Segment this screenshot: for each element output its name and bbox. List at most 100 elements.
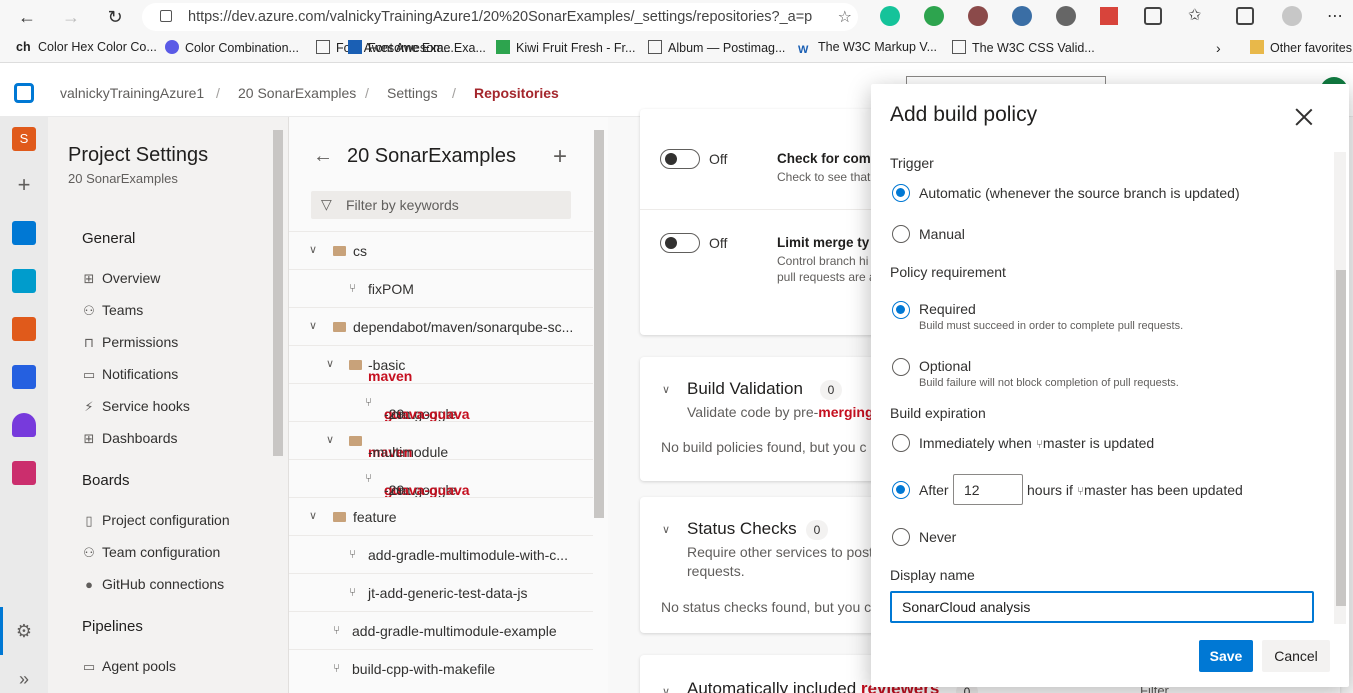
branch-icon: ⑂ xyxy=(365,395,373,409)
required-label[interactable]: Required xyxy=(919,301,976,317)
extensions-puzzle-icon[interactable] xyxy=(1144,7,1162,25)
add-icon[interactable]: + xyxy=(553,143,567,171)
bookmark-item[interactable]: Kiwi Fruit Fresh - Fr... xyxy=(496,40,635,55)
address-bar[interactable]: https://dev.azure.com/valnickyTrainingAz… xyxy=(142,3,858,31)
repos-icon[interactable] xyxy=(12,317,36,341)
nav-item-permissions[interactable]: ⊓ Permissions xyxy=(82,334,178,351)
expand-icon[interactable]: » xyxy=(12,667,36,691)
trigger-manual-label[interactable]: Manual xyxy=(919,226,965,242)
limit-merge-toggle[interactable] xyxy=(660,233,700,253)
tree-row-cs[interactable]: ∨ cs xyxy=(289,231,593,269)
cancel-button[interactable]: Cancel xyxy=(1262,640,1330,672)
nav-item-teams[interactable]: ⚇ Teams xyxy=(82,302,143,319)
tree-scrollbar[interactable] xyxy=(594,130,604,518)
bookmark-item[interactable]: The W3C CSS Valid... xyxy=(952,40,1095,55)
back-arrow-icon[interactable]: ← xyxy=(313,145,333,168)
bookmark-item[interactable]: Font Awesome Exa... xyxy=(348,40,486,55)
chevron-down-icon[interactable]: ∨ xyxy=(309,243,317,256)
gear-icon[interactable]: ⚙ xyxy=(12,619,36,643)
breadcrumb-settings[interactable]: Settings xyxy=(387,85,438,101)
after-label[interactable]: After xyxy=(919,482,949,498)
collections-icon[interactable] xyxy=(1236,7,1254,25)
breadcrumb-repositories[interactable]: Repositories xyxy=(474,85,559,101)
favorites-icon[interactable]: ✩ xyxy=(1188,7,1206,25)
breadcrumb-org[interactable]: valnickyTrainingAzure1 xyxy=(60,85,204,101)
trigger-automatic-label[interactable]: Automatic (whenever the source branch is… xyxy=(919,185,1240,201)
bookmark-item[interactable]: Color Combination... xyxy=(165,40,299,55)
nav-item-dashboards[interactable]: ⊞ Dashboards xyxy=(82,430,178,447)
chevron-down-icon[interactable]: ∨ xyxy=(326,433,334,446)
never-label[interactable]: Never xyxy=(919,529,956,545)
tree-row-maven-multimodule[interactable]: ∨ maven -multimodule xyxy=(289,421,593,460)
bookmark-icon xyxy=(496,40,510,54)
refresh-icon[interactable]: ↻ xyxy=(102,4,128,30)
tree-row-add-gradle-example[interactable]: ⑂ add-gradle-multimodule-example xyxy=(289,611,593,649)
chevron-right-icon[interactable]: › xyxy=(1216,40,1221,56)
close-icon[interactable] xyxy=(1293,106,1315,128)
extension-icon[interactable] xyxy=(968,6,988,26)
settings-nav-scrollbar[interactable] xyxy=(273,130,283,456)
test-plans-icon[interactable] xyxy=(12,413,36,437)
bookmark-item[interactable]: W The W3C Markup V... xyxy=(798,40,937,58)
chevron-down-icon[interactable]: ∨ xyxy=(309,509,317,522)
save-button[interactable]: Save xyxy=(1199,640,1253,672)
breadcrumb-project[interactable]: 20 SonarExamples xyxy=(238,85,356,101)
azure-devops-logo-icon[interactable] xyxy=(14,83,34,103)
artifacts-icon[interactable] xyxy=(12,461,36,485)
check-extension-icon[interactable] xyxy=(924,6,944,26)
tree-row-build-cpp[interactable]: ⑂ build-cpp-with-makefile xyxy=(289,649,593,687)
nav-item-overview[interactable]: ⊞ Overview xyxy=(82,270,161,287)
immediately-label[interactable]: Immediately when ⑂master is updated xyxy=(919,435,1154,451)
github-icon: ● xyxy=(85,577,93,592)
nav-item-service-hooks[interactable]: ⚡ Service hooks xyxy=(82,398,190,415)
filter-input[interactable]: ▽ Filter by keywords xyxy=(311,191,571,219)
add-icon[interactable]: + xyxy=(12,173,36,197)
nav-item-project-configuration[interactable]: ▯ Project configuration xyxy=(82,512,229,529)
never-radio[interactable] xyxy=(892,528,910,546)
chevron-down-icon[interactable]: ∨ xyxy=(309,319,317,332)
chevron-down-icon[interactable]: ∨ xyxy=(326,357,334,370)
pipelines-icon[interactable] xyxy=(12,365,36,389)
nav-item-github-connections[interactable]: ● GitHub connections xyxy=(82,576,224,592)
chevron-down-icon[interactable]: ∨ xyxy=(662,685,670,693)
required-radio[interactable] xyxy=(892,301,910,319)
immediately-radio[interactable] xyxy=(892,434,910,452)
optional-radio[interactable] xyxy=(892,358,910,376)
forward-icon[interactable]: → xyxy=(58,4,84,30)
check-comments-toggle[interactable] xyxy=(660,149,700,169)
more-icon[interactable]: ⋯ xyxy=(1322,4,1348,30)
back-icon[interactable]: ← xyxy=(14,4,40,30)
dialog-scrollbar[interactable] xyxy=(1336,270,1346,606)
display-name-input[interactable]: SonarCloud analysis xyxy=(890,591,1314,623)
tree-row-jt-add[interactable]: ⑂ jt-add-generic-test-data-js xyxy=(289,573,593,611)
react-extension-icon[interactable] xyxy=(1012,6,1032,26)
overview-icon[interactable] xyxy=(12,221,36,245)
nav-item-notifications[interactable]: ▭ Notifications xyxy=(82,366,178,383)
optional-label[interactable]: Optional xyxy=(919,358,971,374)
add-favorite-icon[interactable]: ☆ xyxy=(838,7,852,27)
hours-input[interactable]: 12 xyxy=(953,474,1023,505)
tree-row-add-gradle-c[interactable]: ⑂ add-gradle-multimodule-with-c... xyxy=(289,535,593,573)
tree-row-feature[interactable]: ∨ feature xyxy=(289,497,593,535)
nav-item-agent-pools[interactable]: ▭ Agent pools xyxy=(82,658,176,675)
after-radio[interactable] xyxy=(892,481,910,499)
other-favorites[interactable]: Other favorites xyxy=(1250,40,1352,55)
extension-icon[interactable] xyxy=(1100,7,1118,25)
trigger-manual-radio[interactable] xyxy=(892,225,910,243)
bookmark-item[interactable]: Album — Postimag... xyxy=(648,40,785,55)
nav-item-team-configuration[interactable]: ⚇ Team configuration xyxy=(82,544,220,561)
trigger-automatic-radio[interactable] xyxy=(892,184,910,202)
bookmark-item[interactable]: Color Hex Color Co... xyxy=(38,40,157,54)
chevron-down-icon[interactable]: ∨ xyxy=(662,523,670,536)
extension-icon[interactable] xyxy=(1056,6,1076,26)
tree-row-maven-basic[interactable]: ∨ maven -basic xyxy=(289,345,593,384)
chevron-down-icon[interactable]: ∨ xyxy=(662,383,670,396)
grammarly-extension-icon[interactable] xyxy=(880,6,900,26)
tree-row-guava-1[interactable]: ⑂ com.google. guava-guava -29... xyxy=(289,383,593,422)
boards-icon[interactable] xyxy=(12,269,36,293)
project-icon[interactable]: S xyxy=(12,127,36,151)
tree-row-dependabot[interactable]: ∨ dependabot/maven/sonarqube-sc... xyxy=(289,307,593,345)
tree-row-guava-2[interactable]: ⑂ com.google. guava-guava -29... xyxy=(289,459,593,498)
tree-row-fixpom[interactable]: ⑂ fixPOM xyxy=(289,269,593,307)
profile-avatar[interactable] xyxy=(1282,6,1302,26)
